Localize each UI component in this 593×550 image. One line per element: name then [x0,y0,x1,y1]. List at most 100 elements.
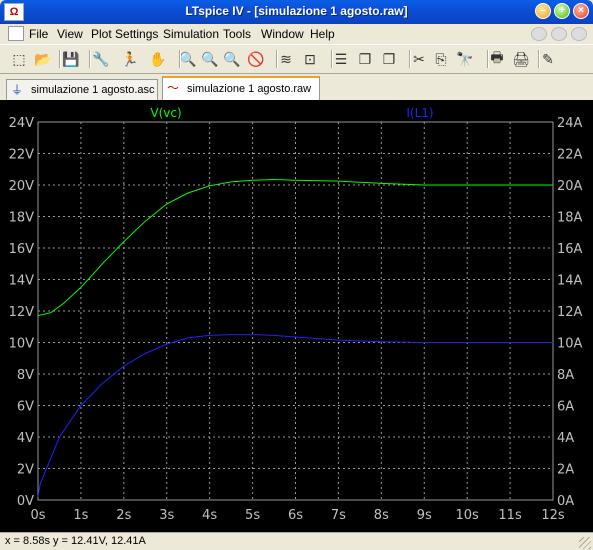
menu-window[interactable]: Window [261,27,304,41]
toolbar-separator [487,50,489,68]
menu-help[interactable]: Help [310,27,335,41]
cursor-readout: x = 8.58s y = 12.41V, 12.41A [5,535,146,547]
minimize-button[interactable]: – [535,3,551,19]
y-left-tick-label: 4V [17,431,34,446]
cascade-icon[interactable]: ❐ [355,49,375,69]
x-tick-label: 9s [417,508,432,523]
y-left-tick-label: 24V [9,116,35,131]
y-left-tick-label: 20V [9,179,35,194]
y-right-tick-label: 24A [557,116,583,131]
y-right-tick-label: 20A [557,179,583,194]
control-panel-icon[interactable]: 🔧 [91,49,111,69]
child-minimize-button[interactable] [531,27,547,41]
x-tick-label: 12s [541,508,565,523]
x-tick-label: 5s [245,508,260,523]
y-right-tick-label: 6A [557,400,574,415]
resize-grip[interactable] [579,537,591,549]
open-icon[interactable]: 📂 [33,49,53,69]
zoom-cancel-icon[interactable]: 🚫 [246,49,266,69]
x-tick-label: 11s [498,508,522,523]
pencil-icon[interactable]: ✎ [538,49,558,69]
y-right-tick-label: 2A [557,463,574,478]
trace-label-vc[interactable]: V(vc) [150,106,181,120]
y-right-tick-label: 12A [557,305,583,320]
toolbar-separator [331,50,333,68]
status-bar: x = 8.58s y = 12.41V, 12.41A [0,532,593,550]
maximize-button[interactable]: + [554,3,570,19]
x-tick-label: 7s [331,508,346,523]
zoom-area-icon[interactable]: 🔍 [200,49,220,69]
y-right-tick-label: 10A [557,337,583,352]
schematic-tab-icon: ⏚ [11,83,24,97]
x-tick-label: 0s [30,508,45,523]
x-tick-label: 4s [202,508,217,523]
print-preview-icon[interactable]: 🖶 [487,49,507,69]
toolbar-separator [179,50,181,68]
toolbar-separator [59,50,61,68]
save-icon[interactable]: 💾 [61,49,81,69]
waveform-chart[interactable]: 0s 1s 2s 3s 4s 5s 6s 7s 8s 9s 10s 11s 12s 0V 0A 2V 2A 4V 4… [0,100,593,532]
y-left-tick-label: 2V [17,463,34,478]
y-right-tick-label: 8A [557,368,574,383]
tab-label: simulazione 1 agosto.asc [31,84,155,96]
y-left-tick-label: 16V [9,242,35,257]
y-right-tick-label: 14A [557,274,583,289]
y-left-tick-label: 0V [17,494,34,509]
y-left-tick-label: 14V [9,274,35,289]
run-icon[interactable]: 🏃 [120,49,140,69]
y-right-tick-label: 4A [557,431,574,446]
tile-horizontal-icon[interactable]: ☰ [331,49,351,69]
x-tick-label: 2s [116,508,131,523]
y-right-tick-label: 22A [557,148,583,163]
x-tick-label: 8s [374,508,389,523]
y-left-tick-label: 8V [17,368,34,383]
toolbar-separator [276,50,278,68]
menu-plot-settings[interactable]: Plot Settings [91,27,158,41]
toolbar-separator [538,50,540,68]
schematic-icon[interactable]: ⬚ [9,49,29,69]
autorange-icon[interactable]: ≋ [276,49,296,69]
tab-label: simulazione 1 agosto.raw [187,83,312,95]
menu-file[interactable]: File [29,27,48,41]
y-left-tick-label: 6V [17,400,34,415]
menu-simulation[interactable]: Simulation [163,27,219,41]
y-right-tick-label: 16A [557,242,583,257]
close-button[interactable]: × [573,3,589,19]
child-close-button[interactable] [571,27,587,41]
child-restore-button[interactable] [551,27,567,41]
zoom-out-icon[interactable]: 🔍 [222,49,242,69]
x-tick-label: 1s [73,508,88,523]
menu-bar: File View Plot Settings Simulation Tools… [0,24,593,44]
toolbar-separator [409,50,411,68]
document-menu-icon[interactable] [8,26,24,41]
y-left-tick-label: 12V [9,305,35,320]
tab-waveform[interactable]: 〜 simulazione 1 agosto.raw [162,76,320,100]
cut-icon[interactable]: ✂ [409,49,429,69]
menu-tools[interactable]: Tools [223,27,251,41]
y-left-tick-label: 10V [9,337,35,352]
waveform-tab-icon: 〜 [167,81,180,95]
x-tick-label: 6s [288,508,303,523]
fit-icon[interactable]: ⊡ [300,49,320,69]
find-icon[interactable]: 🔭 [455,49,475,69]
menu-view[interactable]: View [57,27,83,41]
copy-icon[interactable]: ⎘ [431,49,451,69]
title-bar: Ω LTspice IV - [simulazione 1 agosto.raw… [0,0,593,24]
window-title: LTspice IV - [simulazione 1 agosto.raw] [185,4,408,18]
pan-hand-icon[interactable]: ✋ [148,49,168,69]
x-tick-label: 3s [159,508,174,523]
document-tabs: ⏚ simulazione 1 agosto.asc 〜 simulazione… [0,74,593,100]
cascade-alt-icon[interactable]: ❐ [379,49,399,69]
waveform-plot-pane[interactable]: 0s 1s 2s 3s 4s 5s 6s 7s 8s 9s 10s 11s 12s 0V 0A 2V 2A 4V 4… [0,100,593,532]
y-left-tick-label: 22V [9,148,35,163]
trace-label-il1[interactable]: I(L1) [406,106,433,120]
y-left-tick-label: 18V [9,211,35,226]
toolbar: ⬚ 📂 💾 🔧 🏃 ✋ 🔍 🔍 🔍 🚫 ≋ ⊡ ☰ ❐ ❐ ✂ ⎘ 🔭 🖶 🖨 ✎ [0,44,593,74]
y-right-tick-label: 18A [557,211,583,226]
tab-schematic[interactable]: ⏚ simulazione 1 agosto.asc [6,79,158,100]
x-tick-label: 10s [456,508,480,523]
zoom-in-icon[interactable]: 🔍 [178,49,198,69]
y-right-tick-label: 0A [557,494,574,509]
toolbar-separator [89,50,91,68]
print-icon[interactable]: 🖨 [511,49,531,69]
